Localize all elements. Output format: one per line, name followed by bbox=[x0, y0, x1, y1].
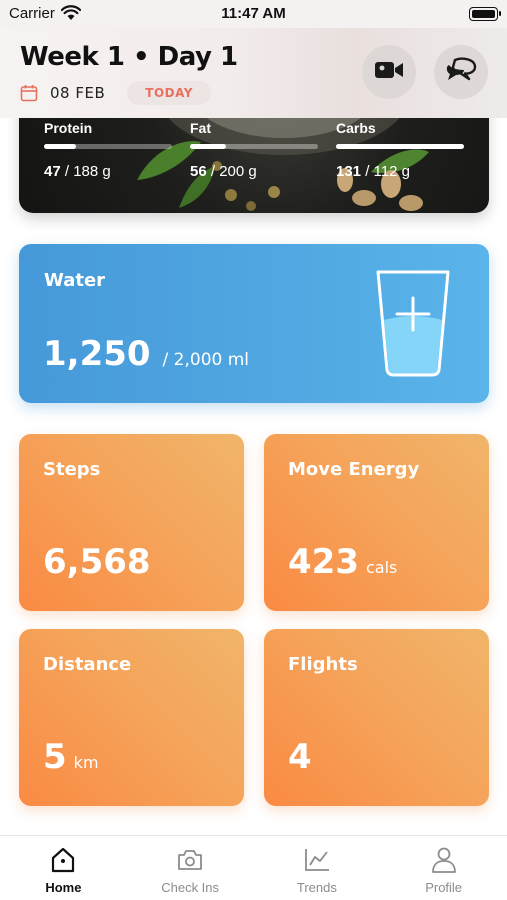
tab-label: Trends bbox=[296, 880, 337, 895]
page-title: Week 1 • Day 1 bbox=[20, 42, 238, 72]
water-glass-add-icon[interactable] bbox=[374, 268, 452, 382]
tab-home[interactable]: Home bbox=[0, 836, 127, 900]
water-value: 1,250 / 2,000 ml bbox=[43, 334, 249, 374]
status-bar: Carrier 11:47 AM bbox=[0, 0, 507, 28]
clock-time: 11:47 AM bbox=[221, 5, 286, 22]
macro-progress-bar bbox=[190, 144, 318, 149]
video-call-button[interactable] bbox=[362, 45, 416, 99]
macro-progress-fill bbox=[190, 144, 226, 149]
today-button[interactable]: TODAY bbox=[127, 81, 211, 105]
steps-card[interactable]: Steps 6,568 bbox=[19, 434, 244, 611]
move-energy-card[interactable]: Move Energy 423 cals bbox=[264, 434, 489, 611]
flights-count: 4 bbox=[288, 737, 312, 777]
macro-label: Fat bbox=[190, 120, 211, 136]
water-title: Water bbox=[44, 270, 106, 291]
move-energy-unit: cals bbox=[365, 558, 398, 577]
steps-value: 6,568 bbox=[43, 542, 151, 582]
header: Week 1 • Day 1 08 FEB TODAY bbox=[0, 28, 507, 118]
macro-goal: 112 g bbox=[373, 163, 410, 180]
trends-chart-icon bbox=[303, 846, 331, 874]
steps-title: Steps bbox=[43, 459, 101, 480]
macro-current: 56 bbox=[190, 163, 207, 180]
tab-label: Home bbox=[45, 880, 82, 895]
distance-title: Distance bbox=[43, 654, 132, 675]
macro-goal: 200 g bbox=[219, 163, 257, 180]
camera-icon bbox=[176, 846, 204, 874]
tab-label: Check Ins bbox=[161, 880, 220, 895]
tab-trends[interactable]: Trends bbox=[254, 836, 381, 900]
tab-bar: Home Check Ins Trends Profile bbox=[0, 835, 507, 900]
macro-label: Protein bbox=[44, 120, 93, 136]
move-energy-value: 423 cals bbox=[288, 542, 397, 582]
chat-bubbles-icon bbox=[445, 57, 477, 87]
current-date: 08 FEB bbox=[50, 84, 106, 102]
macro-label: Carbs bbox=[336, 120, 376, 136]
chat-button[interactable] bbox=[434, 45, 488, 99]
macro-current: 131 bbox=[336, 163, 362, 180]
macro-fat: Fat 56 / 200 g bbox=[190, 120, 318, 180]
flights-card[interactable]: Flights 4 bbox=[264, 629, 489, 806]
macro-value: 47 / 188 g bbox=[44, 163, 111, 180]
move-energy-title: Move Energy bbox=[288, 459, 420, 480]
calendar-icon bbox=[20, 84, 38, 102]
macro-protein: Protein 47 / 188 g bbox=[44, 120, 172, 180]
home-icon bbox=[49, 846, 77, 874]
move-energy-amount: 423 bbox=[288, 542, 359, 582]
macro-progress-fill bbox=[336, 144, 464, 149]
macro-progress-bar bbox=[44, 144, 172, 149]
distance-unit: km bbox=[73, 753, 99, 772]
macro-progress-bar bbox=[336, 144, 464, 149]
flights-value: 4 bbox=[288, 737, 312, 777]
video-camera-icon bbox=[374, 60, 404, 84]
distance-card[interactable]: Distance 5 km bbox=[19, 629, 244, 806]
flights-title: Flights bbox=[288, 654, 358, 675]
macro-value: 131 / 112 g bbox=[336, 163, 410, 180]
macro-value: 56 / 200 g bbox=[190, 163, 257, 180]
battery-icon bbox=[469, 7, 501, 21]
distance-amount: 5 bbox=[43, 737, 67, 777]
water-goal: / 2,000 ml bbox=[162, 350, 250, 370]
steps-count: 6,568 bbox=[43, 542, 151, 582]
macro-carbs: Carbs 131 / 112 g bbox=[336, 120, 464, 180]
tab-check-ins[interactable]: Check Ins bbox=[127, 836, 254, 900]
tab-profile[interactable]: Profile bbox=[380, 836, 507, 900]
water-amount: 1,250 bbox=[43, 334, 151, 374]
macro-goal: 188 g bbox=[73, 163, 111, 180]
macro-progress-fill bbox=[44, 144, 76, 149]
macro-current: 47 bbox=[44, 163, 61, 180]
date-row: 08 FEB TODAY bbox=[20, 78, 211, 108]
water-card[interactable]: Water 1,250 / 2,000 ml bbox=[19, 244, 489, 403]
profile-icon bbox=[430, 846, 458, 874]
tab-label: Profile bbox=[425, 880, 463, 895]
distance-value: 5 km bbox=[43, 737, 99, 777]
